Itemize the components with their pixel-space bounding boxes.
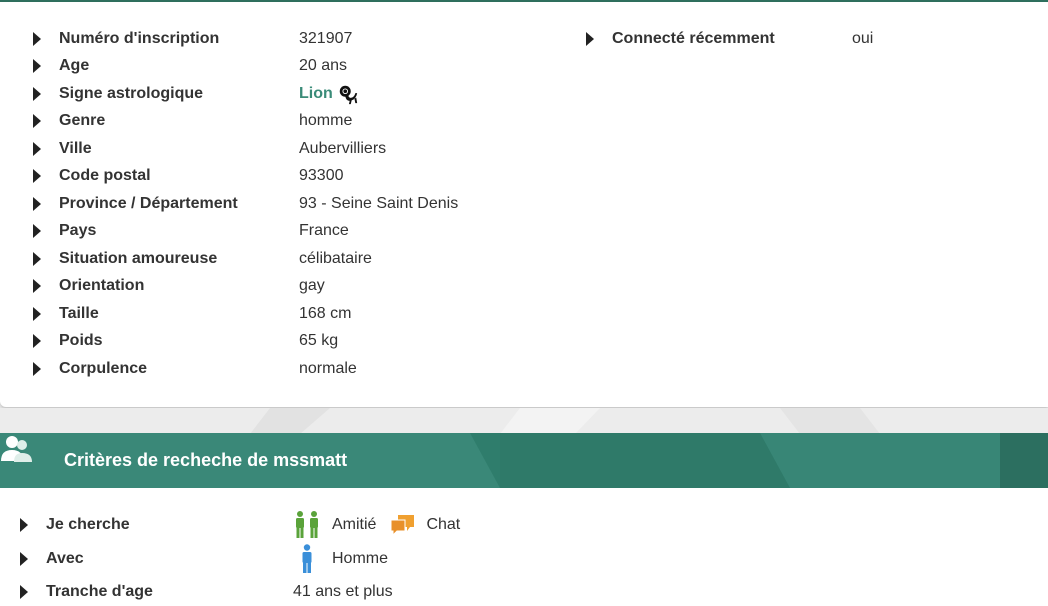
row-label: Code postal bbox=[59, 167, 151, 184]
criteria-row-with: Avec bbox=[20, 547, 84, 571]
profile-row-weight: Poids bbox=[33, 329, 103, 353]
row-label: Numéro d'inscription bbox=[59, 30, 220, 47]
criteria-header: Critères de recheche de mssmatt bbox=[0, 433, 1048, 488]
row-label: Genre bbox=[59, 112, 106, 129]
row-value: 168 cm bbox=[299, 305, 352, 322]
row-value: 321907 bbox=[299, 30, 353, 47]
triangle-right-icon bbox=[33, 334, 41, 348]
row-label: Age bbox=[59, 57, 90, 74]
row-label: Avec bbox=[46, 550, 84, 567]
row-value: célibataire bbox=[299, 250, 372, 267]
users-icon bbox=[1, 436, 32, 462]
row-value: gay bbox=[299, 277, 325, 294]
triangle-right-icon bbox=[33, 197, 41, 211]
profile-row-orientation: Orientation bbox=[33, 274, 144, 298]
criteria-row-age-range: Tranche d'age bbox=[20, 580, 153, 604]
triangle-right-icon bbox=[33, 87, 41, 101]
criteria-item-friendship: Amitié bbox=[332, 516, 377, 533]
row-value: normale bbox=[299, 360, 357, 377]
profile-row-registration: Numéro d'inscription bbox=[33, 27, 219, 51]
criteria-row-looking-for: Je cherche bbox=[20, 513, 130, 537]
triangle-right-icon bbox=[33, 252, 41, 266]
astro-sign-link[interactable]: Lion bbox=[299, 85, 333, 103]
triangle-right-icon bbox=[33, 279, 41, 293]
criteria-title: Critères de recheche de mssmatt bbox=[64, 450, 348, 470]
profile-row-country: Pays bbox=[33, 219, 96, 243]
criteria-card: Je cherche Amitié Chat Avec Homme Tranch… bbox=[0, 488, 1048, 606]
row-label: Connecté récemment bbox=[612, 30, 775, 47]
row-label: Orientation bbox=[59, 277, 145, 294]
triangle-right-icon bbox=[33, 224, 41, 238]
profile-row-sign: Signe astrologique bbox=[33, 82, 203, 106]
triangle-right-icon bbox=[20, 552, 28, 566]
profile-row-age: Age bbox=[33, 54, 89, 78]
triangle-right-icon bbox=[33, 32, 41, 46]
profile-row-build: Corpulence bbox=[33, 357, 147, 381]
background-pattern bbox=[0, 408, 1048, 434]
friendship-icon bbox=[296, 511, 318, 538]
profile-row-relationship: Situation amoureuse bbox=[33, 247, 217, 271]
profile-row-city: Ville bbox=[33, 137, 92, 161]
criteria-item-man: Homme bbox=[332, 550, 389, 567]
row-value: France bbox=[299, 222, 349, 239]
criteria-item-chat: Chat bbox=[426, 516, 461, 533]
lion-icon bbox=[339, 85, 357, 105]
criteria-values-looking-for: Amitié Chat bbox=[292, 511, 474, 538]
triangle-right-icon bbox=[33, 114, 41, 128]
row-value: 93300 bbox=[299, 167, 344, 184]
triangle-right-icon bbox=[586, 32, 594, 46]
row-label: Pays bbox=[59, 222, 97, 239]
row-label: Situation amoureuse bbox=[59, 250, 218, 267]
triangle-right-icon bbox=[33, 142, 41, 156]
triangle-right-icon bbox=[33, 307, 41, 321]
row-label: Taille bbox=[59, 305, 99, 322]
triangle-right-icon bbox=[20, 518, 28, 532]
row-label: Signe astrologique bbox=[59, 85, 204, 102]
row-value: 20 ans bbox=[299, 57, 348, 74]
row-label: Corpulence bbox=[59, 360, 148, 377]
profile-row-postcode: Code postal bbox=[33, 164, 151, 188]
row-value: homme bbox=[299, 112, 353, 129]
row-label: Province / Département bbox=[59, 195, 238, 212]
profile-info-card: Numéro d'inscription 321907 Age 20 ans S… bbox=[0, 2, 1048, 407]
profile-row-department: Province / Département bbox=[33, 192, 238, 216]
row-label: Poids bbox=[59, 332, 103, 349]
row-value: Aubervilliers bbox=[299, 140, 387, 157]
criteria-values-with: Homme bbox=[300, 544, 402, 573]
row-label: Ville bbox=[59, 140, 92, 157]
row-label: Je cherche bbox=[46, 516, 130, 533]
pattern-shapes bbox=[250, 408, 880, 434]
row-value: 65 kg bbox=[299, 332, 339, 349]
man-icon bbox=[302, 544, 312, 573]
chat-icon bbox=[390, 515, 415, 537]
row-value: 93 - Seine Saint Denis bbox=[299, 195, 459, 212]
row-value: oui bbox=[852, 30, 874, 47]
profile-row-recently-connected: Connecté récemment bbox=[586, 27, 775, 51]
row-label: Tranche d'age bbox=[46, 583, 153, 600]
row-value: 41 ans et plus bbox=[293, 583, 393, 600]
row-value-sign[interactable]: Lion bbox=[299, 82, 359, 106]
profile-row-gender: Genre bbox=[33, 109, 105, 133]
triangle-right-icon bbox=[33, 362, 41, 376]
triangle-right-icon bbox=[33, 169, 41, 183]
triangle-right-icon bbox=[33, 59, 41, 73]
triangle-right-icon bbox=[20, 585, 28, 599]
profile-row-height: Taille bbox=[33, 302, 99, 326]
